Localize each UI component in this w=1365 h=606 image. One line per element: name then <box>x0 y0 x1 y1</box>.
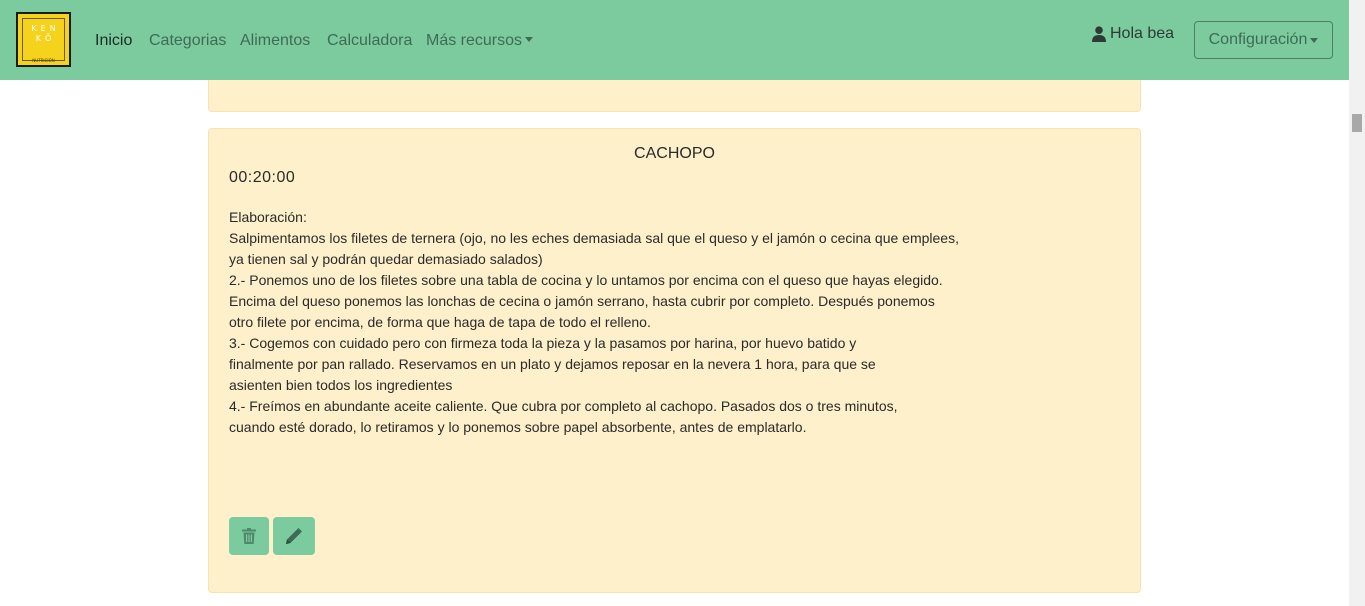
logo-line-2: KŌ <box>35 34 56 43</box>
user-icon <box>1092 26 1106 42</box>
instruction-line: Encima del queso ponemos las lonchas de … <box>229 293 935 309</box>
instruction-line: 4.- Freímos en abundante aceite caliente… <box>229 398 898 414</box>
instruction-line: finalmente por pan rallado. Reservamos e… <box>229 356 876 372</box>
config-label: Configuración <box>1208 31 1308 48</box>
instruction-line: Elaboración: <box>229 209 307 225</box>
scrollbar-thumb[interactable] <box>1352 114 1362 132</box>
instruction-line: Salpimentamos los filetes de ternera (oj… <box>229 230 959 246</box>
edit-button[interactable] <box>273 517 315 555</box>
recipe-card: CACHOPO 00:20:00 Elaboración: Salpimenta… <box>208 128 1141 593</box>
logo-subtitle: NUTRICIÓN <box>32 58 55 63</box>
page-scrollbar[interactable] <box>1349 0 1365 606</box>
caret-down-icon <box>525 37 534 42</box>
user-greeting[interactable]: Hola bea <box>1092 25 1174 43</box>
instruction-line: asienten bien todos los ingredientes <box>229 377 453 393</box>
nav-mas-recursos-dropdown[interactable]: Más recursos <box>426 31 534 50</box>
pencil-icon <box>286 528 302 544</box>
nav-categorias[interactable]: Categorias <box>149 31 226 50</box>
nav-mas-recursos-label: Más recursos <box>426 32 523 49</box>
brand-logo[interactable]: KEN KŌ NUTRICIÓN <box>16 12 71 67</box>
nav-calculadora[interactable]: Calculadora <box>327 31 412 50</box>
instruction-line: 2.- Ponemos uno de los filetes sobre una… <box>229 272 943 288</box>
recipe-title: CACHOPO <box>634 145 715 162</box>
instruction-line: 3.- Cogemos con cuidado pero con firmeza… <box>229 335 857 351</box>
recipe-time: 00:20:00 <box>229 169 296 186</box>
user-greeting-label: Hola bea <box>1110 25 1175 42</box>
caret-down-icon <box>1310 37 1319 43</box>
instruction-line: cuando esté dorado, lo retiramos y lo po… <box>229 419 807 435</box>
navbar: KEN KŌ NUTRICIÓN Inicio Categorias Alime… <box>0 0 1349 80</box>
recipe-instructions: Elaboración: Salpimentamos los filetes d… <box>229 207 959 438</box>
instruction-line: ya tienen sal y podrán quedar demasiado … <box>229 251 543 267</box>
nav-inicio[interactable]: Inicio <box>95 31 132 50</box>
delete-button[interactable] <box>229 517 269 555</box>
logo-line-1: KEN <box>31 24 60 33</box>
config-dropdown-button[interactable]: Configuración <box>1194 21 1333 59</box>
instruction-line: otro filete por encima, de forma que hag… <box>229 314 651 330</box>
trash-icon <box>242 528 256 544</box>
nav-alimentos[interactable]: Alimentos <box>240 31 310 50</box>
